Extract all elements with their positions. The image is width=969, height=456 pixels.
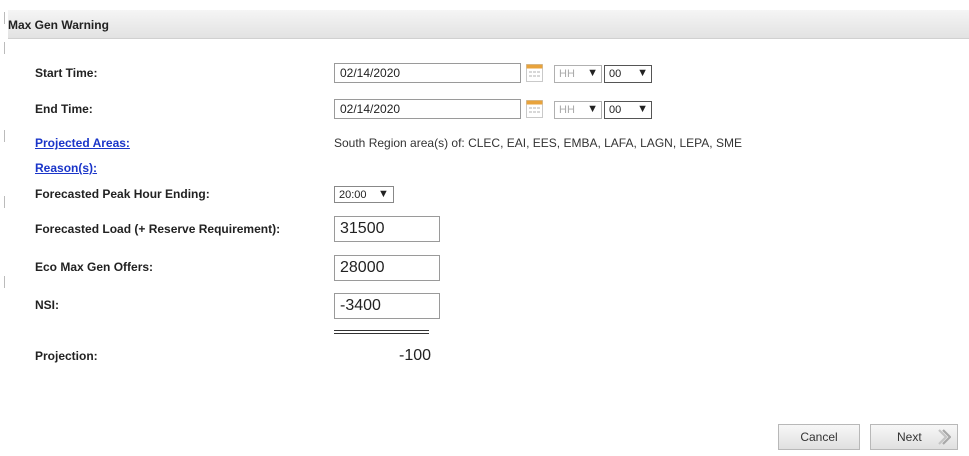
start-minute-select[interactable]: 00 ▼ [604, 65, 652, 83]
nsi-input[interactable] [334, 293, 440, 319]
peak-hour-select[interactable]: 20:00 ▼ [334, 186, 394, 203]
peak-hour-label: Forecasted Peak Hour Ending: [35, 187, 210, 201]
peak-hour-value: 20:00 [339, 189, 367, 201]
eco-max-label: Eco Max Gen Offers: [35, 260, 154, 274]
max-gen-warning-panel: Max Gen Warning Start Time: HH ▼ 00 ▼ En… [8, 10, 969, 456]
start-time-label: Start Time: [35, 66, 98, 80]
projection-label: Projection: [35, 349, 98, 363]
end-minute-select[interactable]: 00 ▼ [604, 101, 652, 119]
edge-mark [4, 42, 5, 54]
next-button-label: Next [897, 430, 922, 444]
dropdown-arrow-icon: ▼ [587, 103, 598, 115]
hour-placeholder: HH [559, 104, 575, 116]
edge-mark [4, 130, 5, 142]
chevron-right-icon [937, 429, 952, 445]
next-button[interactable]: Next [870, 424, 958, 450]
projection-value: -100 [399, 347, 432, 364]
cancel-button[interactable]: Cancel [778, 424, 860, 450]
forecasted-load-input[interactable] [334, 216, 440, 242]
edge-mark [4, 12, 5, 24]
dropdown-arrow-icon: ▼ [378, 188, 389, 200]
dropdown-arrow-icon: ▼ [637, 67, 648, 79]
reasons-link[interactable]: Reason(s): [35, 161, 97, 175]
minute-value: 00 [609, 104, 622, 116]
dropdown-arrow-icon: ▼ [637, 103, 648, 115]
panel-title: Max Gen Warning [8, 18, 109, 32]
nsi-label: NSI: [35, 298, 59, 312]
end-hour-select[interactable]: HH ▼ [554, 101, 602, 119]
minute-value: 00 [609, 68, 622, 80]
calendar-icon[interactable] [526, 64, 543, 82]
hour-placeholder: HH [559, 68, 575, 80]
forecasted-load-label: Forecasted Load (+ Reserve Requirement): [35, 222, 281, 236]
sum-divider [334, 330, 429, 334]
edge-mark [4, 276, 5, 288]
end-date-input[interactable] [334, 99, 521, 119]
panel-header: Max Gen Warning [8, 10, 969, 39]
start-hour-select[interactable]: HH ▼ [554, 65, 602, 83]
calendar-icon[interactable] [526, 100, 543, 118]
start-date-input[interactable] [334, 63, 521, 83]
edge-mark [4, 196, 5, 208]
dropdown-arrow-icon: ▼ [587, 67, 598, 79]
eco-max-input[interactable] [334, 255, 440, 281]
end-time-label: End Time: [35, 102, 93, 116]
projected-areas-link[interactable]: Projected Areas: [35, 136, 130, 150]
projected-areas-value: South Region area(s) of: CLEC, EAI, EES,… [334, 136, 742, 150]
